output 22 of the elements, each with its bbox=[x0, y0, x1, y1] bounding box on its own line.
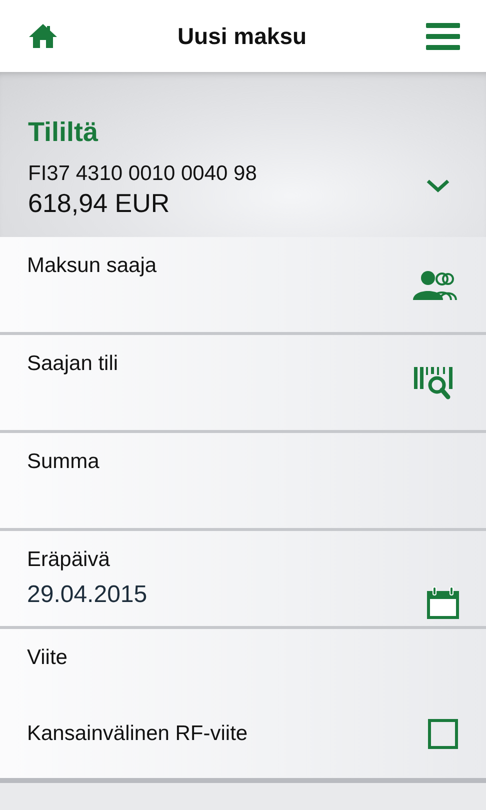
checkbox[interactable] bbox=[428, 719, 458, 749]
payee-picker-button[interactable] bbox=[412, 268, 460, 300]
menu-icon bbox=[426, 22, 460, 50]
field-label: Eräpäivä bbox=[27, 548, 111, 572]
page-title: Uusi maksu bbox=[177, 22, 307, 50]
contacts-icon bbox=[412, 268, 460, 300]
checkbox-label: Kansainvälinen RF-viite bbox=[27, 722, 248, 746]
field-value[interactable]: 29.04.2015 bbox=[27, 581, 426, 609]
field-label: Saajan tili bbox=[27, 352, 120, 376]
account-balance: 618,94 EUR bbox=[28, 188, 171, 219]
chevron-down-icon bbox=[426, 179, 450, 193]
menu-button[interactable] bbox=[426, 22, 460, 50]
home-icon bbox=[28, 23, 58, 49]
field-label: Summa bbox=[27, 450, 100, 474]
calendar-icon bbox=[426, 586, 460, 620]
section-heading: Tililtä bbox=[28, 117, 100, 148]
field-label: Maksun saaja bbox=[27, 254, 158, 278]
field-label: Viite bbox=[27, 646, 68, 670]
account-number: FI37 4310 0010 0040 98 bbox=[28, 162, 258, 186]
date-picker-button[interactable] bbox=[426, 586, 460, 620]
home-button[interactable] bbox=[28, 23, 58, 49]
account-dropdown-button[interactable] bbox=[426, 179, 450, 193]
